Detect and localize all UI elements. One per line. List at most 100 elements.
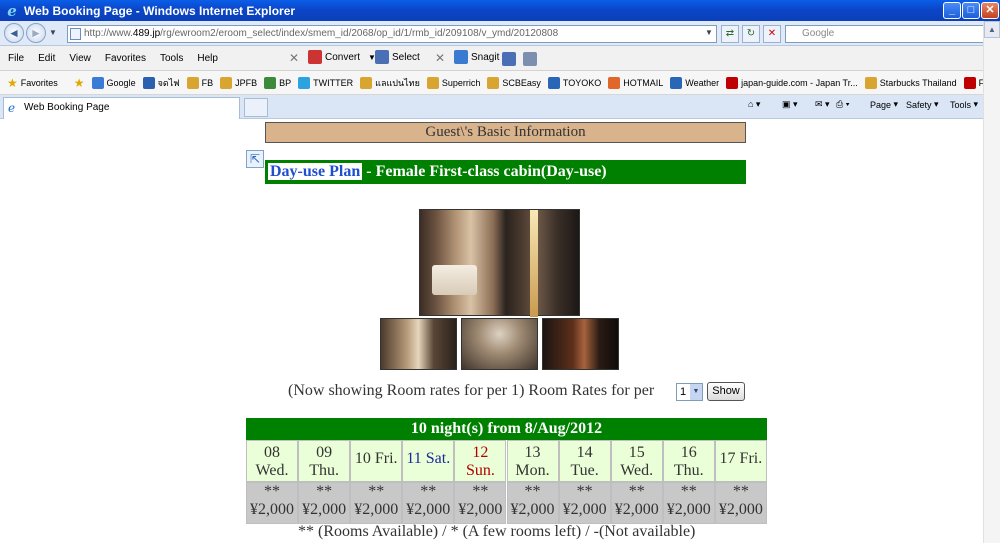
calendar-rate-8[interactable]: ** ¥2,000 [662,482,715,524]
ie-logo-icon: e [7,1,17,20]
page-icon [70,28,81,40]
rates-description: (Now showing Room rates for per 1) Room … [288,382,655,399]
day-use-plan-link[interactable]: Day-use Plan [268,163,363,180]
favorite-link-12[interactable]: japan-guide.com - Japan Tr... [726,76,858,89]
calendar-title: 10 night(s) from 8/Aug/2012 [246,418,767,440]
calendar-rate-3[interactable]: ** ¥2,000 [402,482,455,524]
refresh-icon[interactable]: ↻ [742,25,760,43]
feeds-icon[interactable]: ▣ ▾ [782,99,798,110]
show-button[interactable]: Show [707,382,745,401]
home-icon[interactable]: ⌂ ▾ [748,99,760,110]
favorite-site-icon [360,76,373,89]
favorite-link-4[interactable]: BP [264,76,291,89]
search-input[interactable]: Google [785,25,990,43]
favorite-link-13[interactable]: Starbucks Thailand [864,76,957,89]
menu-edit[interactable]: Edit [38,53,55,64]
favorite-site-icon [298,76,311,89]
snagit-icon [454,50,468,64]
calendar-rate-1[interactable]: ** ¥2,000 [298,482,351,524]
calendar-day-0: 08 Wed. [246,440,298,482]
favorite-link-5[interactable]: TWITTER [298,76,353,89]
favorite-link-2[interactable]: FB [186,76,213,89]
scroll-up-icon[interactable]: ▲ [984,21,1000,38]
favorite-site-icon [487,76,500,89]
favorite-link-11[interactable]: Weather [670,76,719,89]
tools-menu[interactable]: Tools ▾ [950,99,978,110]
stop-icon[interactable]: ✕ [763,25,781,43]
new-tab-button[interactable] [244,98,268,117]
compat-view-icon[interactable]: ⇄ [721,25,739,43]
favorite-link-1[interactable]: จดไฟ [142,76,180,90]
menu-file[interactable]: File [8,53,24,64]
room-thumbnail-3[interactable] [542,318,619,370]
calendar-day-3: 11 Sat. [402,440,455,482]
menu-help[interactable]: Help [197,53,218,64]
calendar-rate-6[interactable]: ** ¥2,000 [558,482,611,524]
calendar-day-5: 13 Mon. [506,440,559,482]
toolbar-close-icon-2[interactable]: ✕ [435,51,445,65]
plan-title-bar: Day-use Plan - Female First-class cabin(… [265,160,746,184]
page-menu[interactable]: Page ▾ [870,99,898,110]
menu-view[interactable]: View [69,53,91,64]
url-input[interactable]: http://www.489.jp/rg/ewroom2/eroom_selec… [67,25,717,43]
calendar-rate-5[interactable]: ** ¥2,000 [506,482,559,524]
pdf-convert-icon [308,50,322,64]
close-window-button[interactable]: ✕ [981,2,999,19]
vertical-scrollbar[interactable]: ▲ [983,21,1000,543]
availability-legend: ** (Rooms Available) / * (A few rooms le… [298,523,696,540]
calendar-rate-7[interactable]: ** ¥2,000 [610,482,663,524]
snagit-button[interactable]: Snagit [454,50,499,64]
tab-web-booking[interactable]: e Web Booking Page [3,97,240,119]
favorite-site-icon [220,76,233,89]
favorite-site-icon [726,76,739,89]
menu-favorites[interactable]: Favorites [105,53,146,64]
editor-icon[interactable] [523,52,537,66]
favorite-site-icon [864,76,877,89]
title-bar: e Web Booking Page - Windows Internet Ex… [0,0,1000,21]
forward-button[interactable]: ► [26,23,46,43]
favorite-site-icon [142,76,155,89]
favorites-button[interactable]: ★ Favorites [7,76,58,90]
convert-button[interactable]: Convert ▼ [308,50,376,64]
expand-icon[interactable]: ⇱ [246,150,264,168]
minimize-button[interactable]: _ [943,2,961,19]
favorite-site-icon [547,76,560,89]
favorite-link-7[interactable]: Superrich [426,76,480,89]
toolbar-close-icon[interactable]: ✕ [289,51,299,65]
favorite-site-icon [426,76,439,89]
calendar-rate-4[interactable]: ** ¥2,000 [454,482,507,524]
mail-icon[interactable]: ✉ ▾ [815,99,830,110]
favorite-link-10[interactable]: HOTMAIL [608,76,663,89]
calendar-rate-2[interactable]: ** ¥2,000 [350,482,403,524]
calendar-rate-9[interactable]: ** ¥2,000 [714,482,767,524]
favorite-site-icon [670,76,683,89]
select-icon [375,50,389,64]
menu-bar: File Edit View Favorites Tools Help ✕ Co… [0,46,1000,71]
favorite-site-icon [264,76,277,89]
url-dropdown-icon[interactable]: ▼ [702,25,716,43]
safety-menu[interactable]: Safety ▾ [906,99,939,110]
ie-window: { "window": {"title": "Web Booking Page … [0,0,1000,543]
print-icon[interactable]: ⎙ ▾ [836,99,849,110]
favorite-link-6[interactable]: แลแปนไทย [360,76,420,90]
favorite-site-icon [963,76,976,89]
history-dropdown-icon[interactable]: ▼ [49,28,57,37]
maximize-button[interactable]: □ [962,2,980,19]
address-bar: ◄ ► ▼ http://www.489.jp/rg/ewroom2/eroom… [0,21,1000,46]
rates-per-select[interactable]: 1 ▼ [676,383,703,401]
room-thumbnail-1[interactable] [380,318,457,370]
add-favorite-icon[interactable]: ★ [74,76,85,90]
favorite-link-0[interactable]: Google [91,76,136,89]
room-thumbnail-2[interactable] [461,318,538,370]
select-button[interactable]: Select [375,50,420,64]
favorite-link-8[interactable]: SCBEasy [487,76,541,89]
capture-icon[interactable] [502,52,516,66]
favorites-list: Google จดไฟ FB JPFB BP TWITTER แลแปนไทย Superri… [85,76,998,90]
calendar-day-1: 09 Thu. [298,440,351,482]
favorite-link-9[interactable]: TOYOKO [547,76,601,89]
back-button[interactable]: ◄ [4,23,24,43]
menu-tools[interactable]: Tools [160,53,183,64]
chevron-down-icon: ▼ [690,384,702,400]
favorite-link-3[interactable]: JPFB [220,76,257,89]
calendar-rate-0[interactable]: ** ¥2,000 [246,482,298,524]
